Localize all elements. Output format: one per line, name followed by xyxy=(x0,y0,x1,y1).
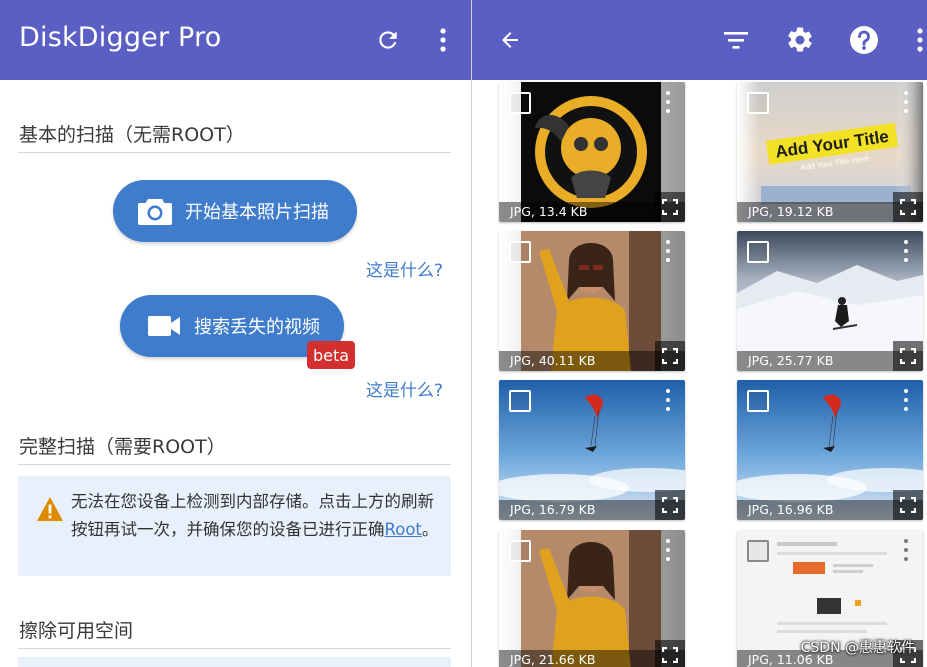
select-checkbox[interactable] xyxy=(747,241,769,263)
photo-scan-button[interactable]: 开始基本照片扫描 xyxy=(113,180,357,242)
select-checkbox[interactable] xyxy=(509,92,531,114)
more-vert-icon[interactable] xyxy=(902,22,927,58)
more-vert-icon[interactable] xyxy=(425,22,461,58)
more-vert-icon[interactable] xyxy=(903,91,909,113)
file-tile[interactable]: JPG, 25.77 KB xyxy=(737,231,923,371)
select-checkbox[interactable] xyxy=(747,390,769,412)
divider xyxy=(18,152,451,153)
watermark: CSDN @惠惠软件 xyxy=(800,640,915,656)
select-checkbox[interactable] xyxy=(509,540,531,562)
wipe-info-box xyxy=(18,657,451,667)
refresh-icon[interactable] xyxy=(370,22,406,58)
results-panel: JPG, 13.4 KB Add Your Title Add Your Tit… xyxy=(472,0,927,667)
main-panel: DiskDigger Pro 基本的扫描（无需ROOT） 开始基本照片扫描 这是… xyxy=(0,0,471,667)
app-title: DiskDigger Pro xyxy=(19,22,222,53)
file-tile[interactable]: JPG, 21.66 KB xyxy=(499,530,685,667)
file-tile[interactable]: JPG, 13.4 KB xyxy=(499,82,685,222)
more-vert-icon[interactable] xyxy=(903,240,909,262)
fullscreen-icon[interactable] xyxy=(655,192,685,222)
gear-icon[interactable] xyxy=(782,22,818,58)
camera-icon xyxy=(135,191,175,231)
full-scan-title: 完整扫描（需要ROOT） xyxy=(19,436,226,458)
more-vert-icon[interactable] xyxy=(903,539,909,561)
help-icon[interactable] xyxy=(846,22,882,58)
back-arrow-icon[interactable] xyxy=(492,22,528,58)
photo-scan-label: 开始基本照片扫描 xyxy=(185,202,329,223)
warning-icon xyxy=(36,496,64,526)
results-app-bar xyxy=(472,0,927,80)
fullscreen-icon[interactable] xyxy=(893,490,923,520)
more-vert-icon[interactable] xyxy=(903,389,909,411)
divider xyxy=(18,648,451,649)
video-scan-label: 搜索丢失的视频 xyxy=(194,317,320,338)
select-checkbox[interactable] xyxy=(509,241,531,263)
fullscreen-icon[interactable] xyxy=(893,341,923,371)
file-tile[interactable]: Add Your Title Add Your Title Here JPG, … xyxy=(737,82,923,222)
more-vert-icon[interactable] xyxy=(665,389,671,411)
what-is-link-2[interactable]: 这是什么? xyxy=(366,376,443,401)
root-link[interactable]: Root xyxy=(385,520,422,539)
select-checkbox[interactable] xyxy=(747,92,769,114)
more-vert-icon[interactable] xyxy=(665,539,671,561)
fullscreen-icon[interactable] xyxy=(655,341,685,371)
video-camera-icon xyxy=(144,306,184,346)
warning-text: 无法在您设备上检测到内部存储。点击上方的刷新按钮再试一次，并确保您的设备已进行正… xyxy=(71,492,439,539)
wipe-space-title: 擦除可用空间 xyxy=(19,620,134,642)
what-is-link-1[interactable]: 这是什么? xyxy=(366,256,443,281)
file-tile[interactable]: JPG, 16.79 KB xyxy=(499,380,685,520)
app-bar: DiskDigger Pro xyxy=(0,0,471,80)
more-vert-icon[interactable] xyxy=(665,240,671,262)
basic-scan-title: 基本的扫描（无需ROOT） xyxy=(19,124,245,146)
more-vert-icon[interactable] xyxy=(665,91,671,113)
file-tile[interactable]: JPG, 40.11 KB xyxy=(499,231,685,371)
warning-box: 无法在您设备上检测到内部存储。点击上方的刷新按钮再试一次，并确保您的设备已进行正… xyxy=(18,476,451,576)
beta-badge: beta xyxy=(307,341,355,369)
file-tile[interactable]: JPG, 16.96 KB xyxy=(737,380,923,520)
divider xyxy=(18,464,451,465)
select-checkbox[interactable] xyxy=(509,390,531,412)
fullscreen-icon[interactable] xyxy=(655,490,685,520)
filter-icon[interactable] xyxy=(718,22,754,58)
fullscreen-icon[interactable] xyxy=(893,192,923,222)
fullscreen-icon[interactable] xyxy=(655,640,685,667)
select-checkbox[interactable] xyxy=(747,540,769,562)
